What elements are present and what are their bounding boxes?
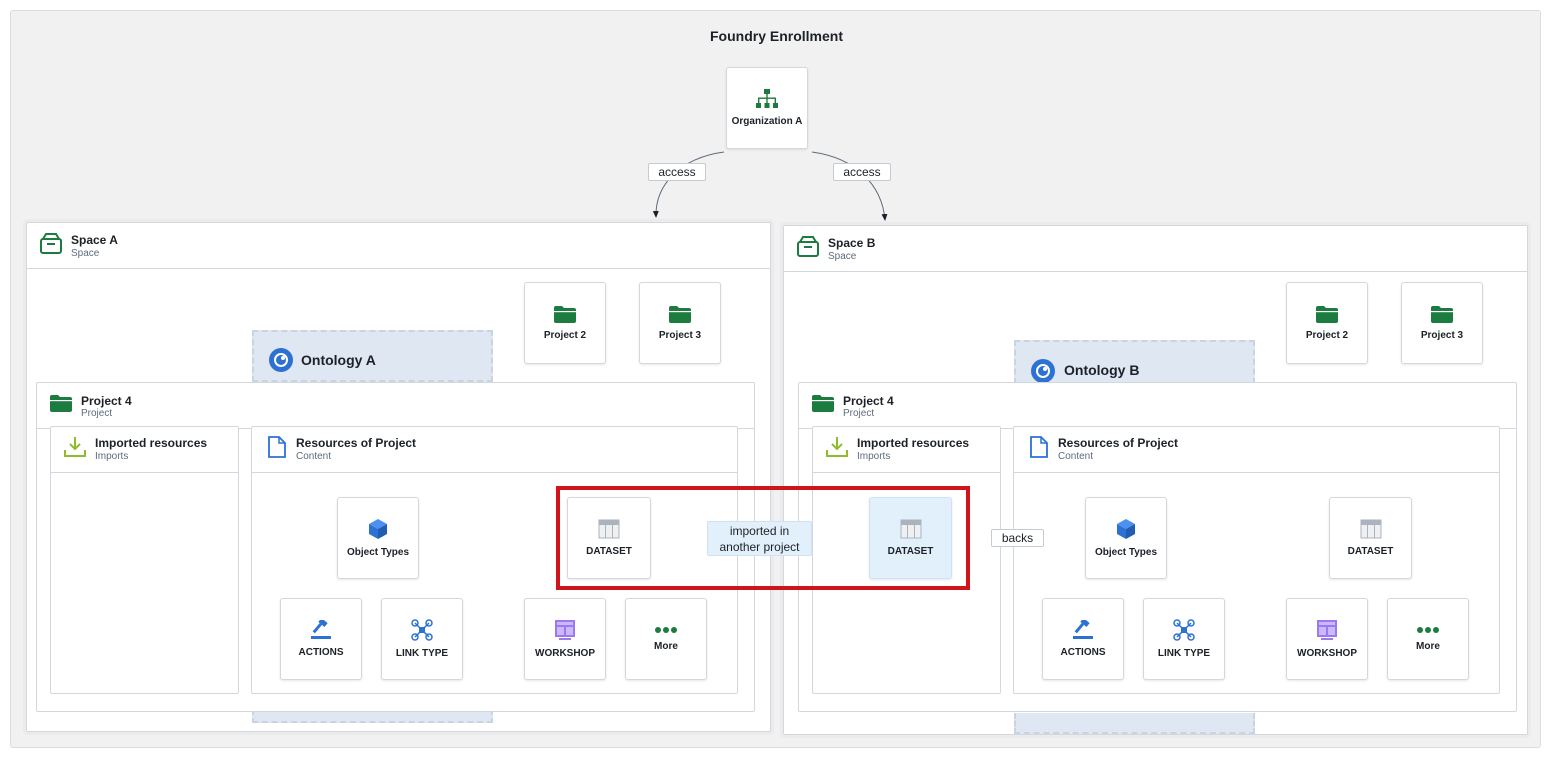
backs-edge-label: backs [991, 529, 1044, 547]
space-b-workshop[interactable]: WORKSHOP [1286, 598, 1368, 680]
imports-subtitle: Imports [857, 451, 891, 462]
folder-icon [554, 305, 576, 323]
ontology-a[interactable]: Ontology A [252, 330, 493, 382]
workshop-label: WORKSHOP [1297, 648, 1357, 659]
link-type-label: LINK TYPE [1157, 648, 1211, 659]
cube-icon [1117, 519, 1135, 539]
project-4-subtitle: Project [843, 408, 875, 419]
workshop-icon [1317, 620, 1337, 640]
more-label: More [1416, 641, 1440, 652]
space-b-project-2[interactable]: Project 2 [1286, 282, 1368, 364]
actions-label: ACTIONS [298, 647, 344, 658]
project-2-label: Project 2 [1305, 329, 1349, 341]
space-b-actions[interactable]: ACTIONS [1042, 598, 1124, 680]
import-icon [64, 437, 86, 457]
ontology-b[interactable]: Ontology B [1014, 340, 1255, 384]
space-a-workshop[interactable]: WORKSHOP [524, 598, 606, 680]
space-a-header: Space A Space [27, 223, 770, 269]
ontology-a-title: Ontology A [301, 352, 376, 368]
imports-header: Imported resources Imports [813, 427, 1000, 473]
document-icon [268, 436, 286, 458]
project-4-subtitle: Project [81, 408, 113, 419]
object-types-label: Object Types [346, 547, 410, 558]
project-4-header: Project 4 Project [37, 383, 754, 429]
space-b-project-3[interactable]: Project 3 [1401, 282, 1483, 364]
space-a-actions[interactable]: ACTIONS [280, 598, 362, 680]
workshop-label: WORKSHOP [535, 648, 595, 659]
space-b-object-types[interactable]: Object Types [1085, 497, 1167, 579]
organization-node[interactable]: Organization A [726, 67, 808, 149]
more-icon [655, 627, 677, 633]
resources-subtitle: Content [296, 451, 332, 462]
space-b-dataset[interactable]: DATASET [1329, 497, 1412, 579]
imports-title: Imported resources [857, 436, 970, 450]
space-b-link-type[interactable]: LINK TYPE [1143, 598, 1225, 680]
org-chart-icon [756, 89, 778, 108]
imports-title: Imported resources [95, 436, 208, 450]
document-icon [1030, 436, 1048, 458]
more-icon [1417, 627, 1439, 633]
ontology-icon [1031, 359, 1055, 383]
folder-icon [1431, 305, 1453, 323]
link-type-icon [411, 619, 433, 641]
space-a-project-3[interactable]: Project 3 [639, 282, 721, 364]
workshop-icon [555, 620, 575, 640]
space-a-more[interactable]: More [625, 598, 707, 680]
folder-icon [50, 395, 72, 412]
object-types-label: Object Types [1094, 547, 1158, 558]
import-icon [826, 437, 848, 457]
imports-header: Imported resources Imports [51, 427, 238, 473]
ontology-b-bottom [1014, 713, 1255, 734]
space-icon [40, 233, 62, 254]
more-label: More [654, 641, 678, 652]
resources-subtitle: Content [1058, 451, 1094, 462]
actions-label: ACTIONS [1060, 647, 1106, 658]
access-label-left: access [648, 163, 706, 181]
dataset-icon [1360, 519, 1381, 539]
ontology-b-title: Ontology B [1064, 362, 1140, 378]
project-4-header: Project 4 Project [799, 383, 1516, 429]
space-a-project-2[interactable]: Project 2 [524, 282, 606, 364]
resources-title: Resources of Project [296, 436, 417, 450]
space-b-title: Space B [828, 236, 876, 250]
folder-icon [812, 395, 834, 412]
link-type-icon [1173, 619, 1195, 641]
highlight-box [556, 486, 970, 590]
resources-header: Resources of Project Content [252, 427, 737, 473]
dataset-label: DATASET [1347, 546, 1394, 557]
resources-title: Resources of Project [1058, 436, 1179, 450]
gavel-icon [1073, 620, 1093, 639]
project-4-title: Project 4 [843, 394, 894, 408]
space-b-more[interactable]: More [1387, 598, 1469, 680]
folder-icon [669, 305, 691, 323]
space-a-link-type[interactable]: LINK TYPE [381, 598, 463, 680]
cube-icon [369, 519, 387, 539]
folder-icon [1316, 305, 1338, 323]
project-4-title: Project 4 [81, 394, 132, 408]
space-a-subtitle: Space [71, 248, 100, 259]
ontology-icon [269, 348, 293, 372]
space-icon [797, 236, 819, 257]
resources-header: Resources of Project Content [1014, 427, 1499, 473]
imports-subtitle: Imports [95, 451, 129, 462]
link-type-label: LINK TYPE [395, 648, 449, 659]
access-edge-left [652, 151, 725, 218]
project-3-label: Project 3 [1420, 329, 1464, 341]
space-b-subtitle: Space [828, 251, 857, 262]
space-a-imports-panel[interactable]: Imported resources Imports [50, 426, 239, 694]
organization-label: Organization A [731, 116, 803, 127]
space-b-header: Space B Space [784, 226, 1527, 272]
space-a-title: Space A [71, 233, 118, 247]
project-2-label: Project 2 [543, 329, 587, 341]
gavel-icon [311, 620, 331, 639]
access-label-right: access [833, 163, 891, 181]
space-a-object-types[interactable]: Object Types [337, 497, 419, 579]
project-3-label: Project 3 [658, 329, 702, 341]
